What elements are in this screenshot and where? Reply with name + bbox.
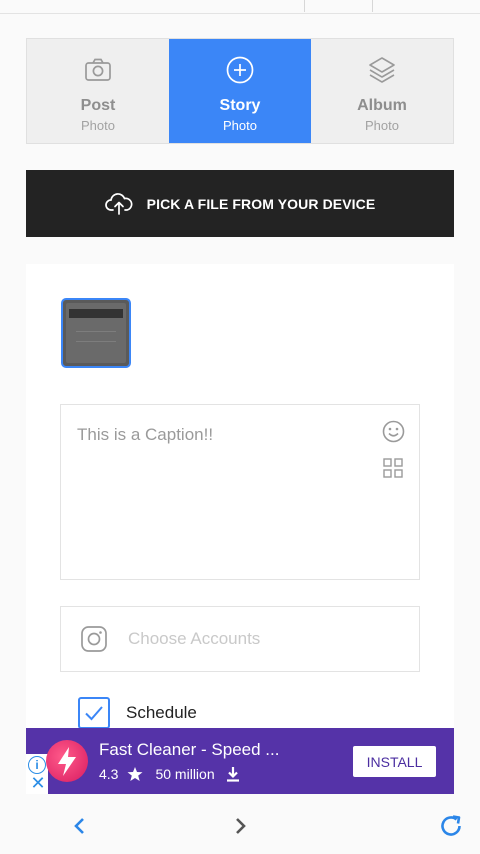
ad-info-icon[interactable]: i — [28, 756, 46, 774]
star-icon — [127, 767, 143, 781]
plus-circle-icon — [225, 55, 255, 85]
post-type-tabs: Post Photo Story Photo Album Photo — [26, 38, 454, 144]
thumbnail-preview-line — [76, 331, 116, 332]
ad-title: Fast Cleaner - Speed ... — [99, 740, 280, 759]
schedule-label: Schedule — [126, 703, 197, 722]
refresh-icon[interactable] — [437, 812, 465, 840]
top-bar-divider — [372, 0, 373, 12]
ad-close-icon[interactable]: ✕ — [29, 774, 47, 792]
bottom-nav — [0, 798, 480, 854]
choose-accounts-placeholder: Choose Accounts — [128, 629, 261, 648]
caption-box — [60, 404, 420, 580]
caption-input[interactable] — [61, 405, 419, 579]
emoji-icon[interactable] — [382, 420, 405, 443]
ad-install-button[interactable]: INSTALL — [353, 746, 436, 777]
download-icon — [226, 767, 239, 782]
ad-meta: 4.3 50 million — [99, 766, 241, 782]
post-form-card: Choose Accounts Schedule — [26, 264, 454, 734]
tab-story-subtitle: Photo — [223, 118, 257, 133]
back-arrow-icon[interactable] — [66, 812, 94, 840]
tab-album[interactable]: Album Photo — [311, 39, 453, 143]
checkmark-icon — [85, 706, 103, 721]
ad-downloads: 50 million — [155, 766, 215, 782]
tab-album-title: Album — [357, 97, 407, 114]
tab-post[interactable]: Post Photo — [27, 39, 169, 143]
forward-arrow-icon[interactable] — [226, 812, 254, 840]
thumbnail-preview-line — [76, 341, 116, 342]
app-logo-icon — [46, 740, 88, 782]
tab-album-subtitle: Photo — [365, 118, 399, 133]
choose-accounts-field[interactable]: Choose Accounts — [60, 606, 420, 672]
pick-file-button[interactable]: PICK A FILE FROM YOUR DEVICE — [26, 170, 454, 237]
layers-icon — [367, 55, 397, 85]
ad-rating: 4.3 — [99, 766, 119, 782]
thumbnail-preview — [66, 303, 126, 363]
tab-post-subtitle: Photo — [81, 118, 115, 133]
tab-story-title: Story — [219, 97, 261, 114]
grid-icon[interactable] — [383, 458, 403, 478]
top-bar-divider — [304, 0, 305, 12]
schedule-checkbox[interactable] — [78, 697, 110, 729]
tab-post-title: Post — [80, 97, 116, 114]
cloud-upload-icon — [104, 190, 133, 218]
selected-image-thumbnail[interactable] — [61, 298, 131, 368]
schedule-row: Schedule — [78, 696, 197, 730]
top-bar — [0, 0, 480, 14]
tab-story[interactable]: Story Photo — [169, 39, 311, 143]
instagram-icon — [80, 625, 108, 653]
ad-banner[interactable]: i ✕ Fast Cleaner - Speed ... 4.3 50 mill… — [26, 728, 454, 794]
camera-icon — [83, 55, 113, 85]
pick-file-label: PICK A FILE FROM YOUR DEVICE — [146, 195, 376, 212]
thumbnail-preview-bar — [69, 309, 123, 318]
